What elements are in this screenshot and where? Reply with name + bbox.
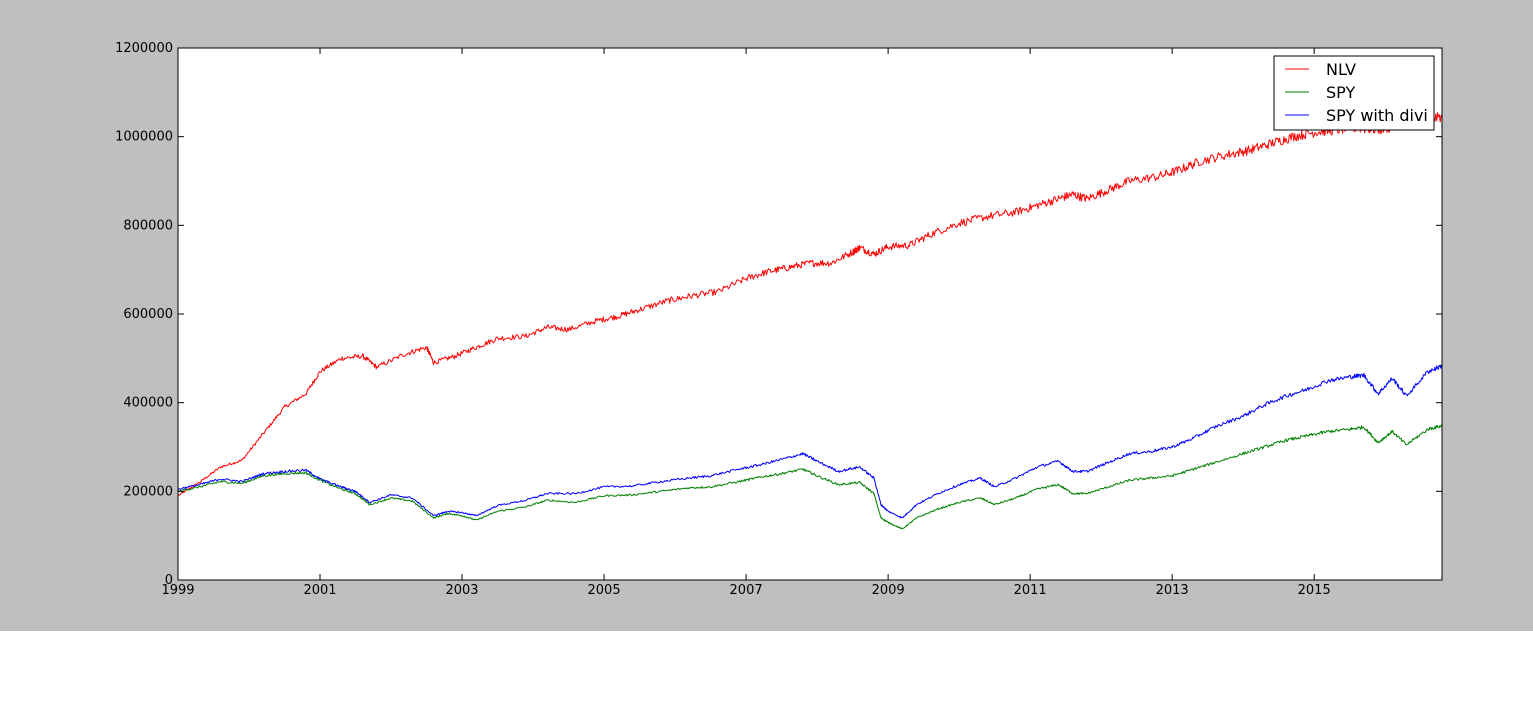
x-tick-label: 2013 (1156, 583, 1189, 598)
y-tick-label: 0 (165, 573, 173, 588)
line-chart: 1999 2001 2003 2005 2007 2009 2011 2013 20150200… (115, 41, 1443, 598)
legend-label-spy-with-divi: SPY with divi (1326, 106, 1428, 125)
y-tick-label: 1000000 (115, 130, 173, 145)
x-tick-label: 2003 (445, 583, 478, 598)
x-tick-label: 2007 (730, 583, 763, 598)
x-tick-label: 2011 (1014, 583, 1047, 598)
x-tick-label: 2001 (303, 583, 336, 598)
y-tick-label: 400000 (123, 396, 173, 411)
y-tick-label: 200000 (123, 484, 173, 499)
x-tick-label: 2015 (1298, 583, 1331, 598)
y-tick-label: 600000 (123, 307, 173, 322)
legend: NLV SPY SPY with divi (1273, 55, 1435, 131)
x-tick-label: 2009 (872, 583, 905, 598)
y-tick-label: 800000 (123, 218, 173, 233)
legend-label-nlv: NLV (1326, 60, 1356, 79)
y-tick-label: 1200000 (115, 41, 173, 56)
legend-label-spy: SPY (1326, 83, 1355, 102)
figure-background: 1999 2001 2003 2005 2007 2009 2011 2013 2015 0 200… (0, 0, 1533, 631)
x-tick-label: 2005 (588, 583, 621, 598)
